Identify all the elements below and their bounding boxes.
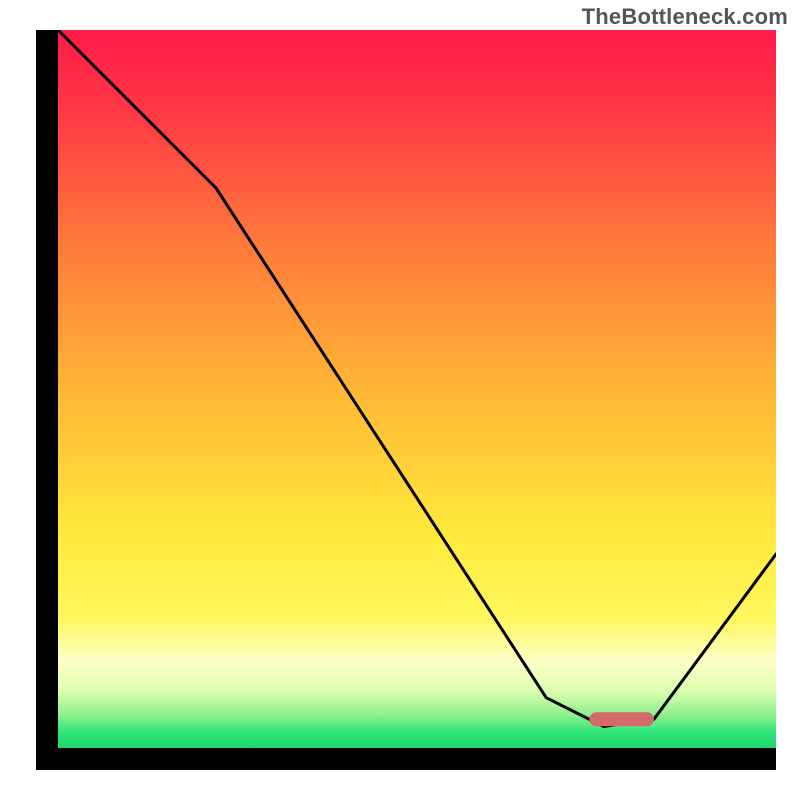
x-axis [36, 748, 776, 770]
watermark-text: TheBottleneck.com [582, 4, 788, 30]
y-axis [36, 30, 58, 770]
optimal-range-marker [589, 712, 654, 726]
plot-area [36, 30, 776, 770]
chart-svg [36, 30, 776, 770]
chart-stage: TheBottleneck.com [0, 0, 800, 800]
